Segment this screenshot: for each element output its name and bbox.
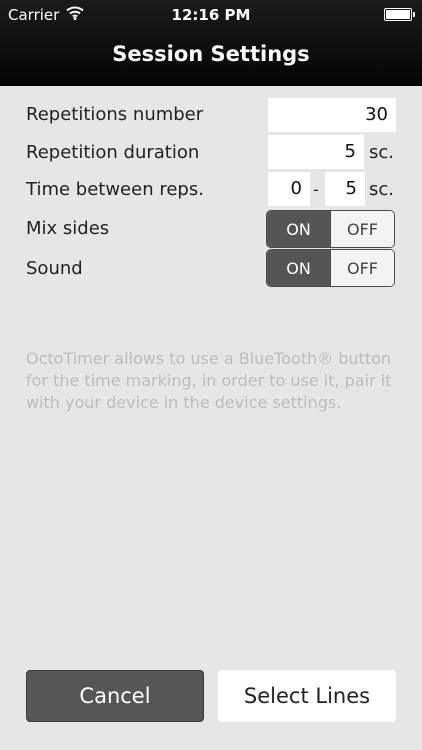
battery-icon — [384, 8, 415, 21]
sound-on-option[interactable]: ON — [267, 250, 330, 286]
repetitions-input[interactable]: 30 — [268, 98, 396, 132]
time-between-from-input[interactable]: 0 — [268, 172, 310, 206]
status-time: 12:16 PM — [171, 6, 251, 24]
time-between-to-input[interactable]: 5 — [325, 172, 365, 206]
status-bar: Carrier 12:16 PM — [0, 0, 422, 30]
mix-sides-on-option[interactable]: ON — [267, 211, 330, 247]
mix-sides-off-option[interactable]: OFF — [330, 211, 394, 247]
duration-input[interactable]: 5 — [268, 135, 364, 169]
time-between-unit: sc. — [369, 179, 394, 200]
duration-label: Repetition duration — [26, 142, 200, 163]
bluetooth-info-text: OctoTimer allows to use a BlueTooth® but… — [26, 349, 392, 412]
navigation-bar: Carrier 12:16 PM Session Settings — [0, 0, 422, 86]
cancel-button[interactable]: Cancel — [26, 670, 204, 722]
sound-off-option[interactable]: OFF — [330, 250, 394, 286]
sound-toggle[interactable]: ON OFF — [266, 249, 395, 287]
select-lines-button[interactable]: Select Lines — [218, 670, 396, 722]
mix-sides-toggle[interactable]: ON OFF — [266, 210, 395, 248]
time-between-label: Time between reps. — [26, 179, 204, 200]
mix-sides-label: Mix sides — [26, 218, 110, 239]
duration-unit: sc. — [369, 142, 394, 163]
repetitions-label: Repetitions number — [26, 104, 204, 125]
range-separator: - — [313, 180, 319, 199]
sound-label: Sound — [26, 258, 83, 279]
page-title: Session Settings — [112, 42, 310, 66]
